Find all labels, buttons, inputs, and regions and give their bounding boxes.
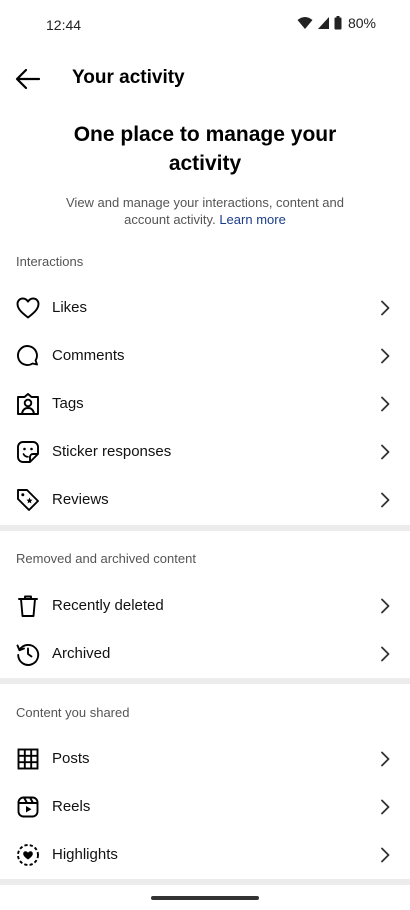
row-sticker-responses[interactable]: Sticker responses — [0, 428, 410, 476]
chevron-right-icon — [381, 396, 390, 412]
hero-description-text: View and manage your interactions, conte… — [66, 195, 344, 227]
chevron-right-icon — [381, 348, 390, 364]
status-bar: 12:44 80% — [0, 0, 410, 50]
tag-person-icon — [16, 392, 40, 416]
trash-icon — [16, 594, 40, 618]
page-title: Your activity — [72, 67, 185, 88]
hero: One place to manage your activity View a… — [0, 120, 410, 228]
section-label-removed: Removed and archived content — [16, 551, 196, 566]
section-divider — [0, 879, 410, 885]
row-label: Likes — [52, 299, 88, 316]
section-label-interactions: Interactions — [16, 254, 84, 269]
home-indicator[interactable] — [151, 896, 259, 900]
row-label: Posts — [52, 750, 90, 767]
battery-percent: 80% — [347, 15, 376, 31]
row-label: Sticker responses — [52, 443, 172, 460]
highlights-icon — [16, 843, 40, 867]
row-recently-deleted[interactable]: Recently deleted — [0, 582, 410, 630]
history-icon — [16, 642, 40, 666]
chevron-right-icon — [381, 444, 390, 460]
row-posts[interactable]: Posts — [0, 735, 410, 783]
heart-icon — [16, 296, 40, 320]
wifi-icon — [297, 17, 313, 29]
signal-icon — [317, 17, 329, 29]
back-button[interactable] — [14, 65, 42, 93]
chevron-right-icon — [381, 751, 390, 767]
row-label: Comments — [52, 347, 125, 364]
row-label: Tags — [52, 395, 84, 412]
row-comments[interactable]: Comments — [0, 332, 410, 380]
status-time: 12:44 — [46, 17, 82, 33]
status-icons: 80% — [297, 15, 376, 31]
row-tags[interactable]: Tags — [0, 380, 410, 428]
reels-icon — [16, 795, 40, 819]
row-highlights[interactable]: Highlights — [0, 831, 410, 879]
row-reels[interactable]: Reels — [0, 783, 410, 831]
comment-icon — [16, 344, 40, 368]
chevron-right-icon — [381, 300, 390, 316]
chevron-right-icon — [381, 646, 390, 662]
row-reviews[interactable]: Reviews — [0, 476, 410, 524]
row-label: Reels — [52, 798, 91, 815]
hero-description: View and manage your interactions, conte… — [55, 194, 355, 228]
hero-title: One place to manage your activity — [73, 123, 337, 175]
section-divider — [0, 678, 410, 684]
row-label: Highlights — [52, 846, 118, 863]
row-label: Recently deleted — [52, 597, 164, 614]
learn-more-link[interactable]: Learn more — [219, 212, 285, 227]
arrow-left-icon — [15, 68, 41, 90]
battery-icon — [334, 16, 342, 30]
row-label: Archived — [52, 645, 111, 662]
chevron-right-icon — [381, 492, 390, 508]
chevron-right-icon — [381, 847, 390, 863]
row-archived[interactable]: Archived — [0, 630, 410, 678]
chevron-right-icon — [381, 598, 390, 614]
row-label: Reviews — [52, 491, 109, 508]
row-likes[interactable]: Likes — [0, 284, 410, 332]
section-divider — [0, 525, 410, 531]
section-label-shared: Content you shared — [16, 705, 130, 720]
tag-star-icon — [16, 488, 40, 512]
sticker-icon — [16, 440, 40, 464]
top-bar: Your activity — [0, 55, 410, 101]
grid-icon — [16, 747, 40, 771]
chevron-right-icon — [381, 799, 390, 815]
